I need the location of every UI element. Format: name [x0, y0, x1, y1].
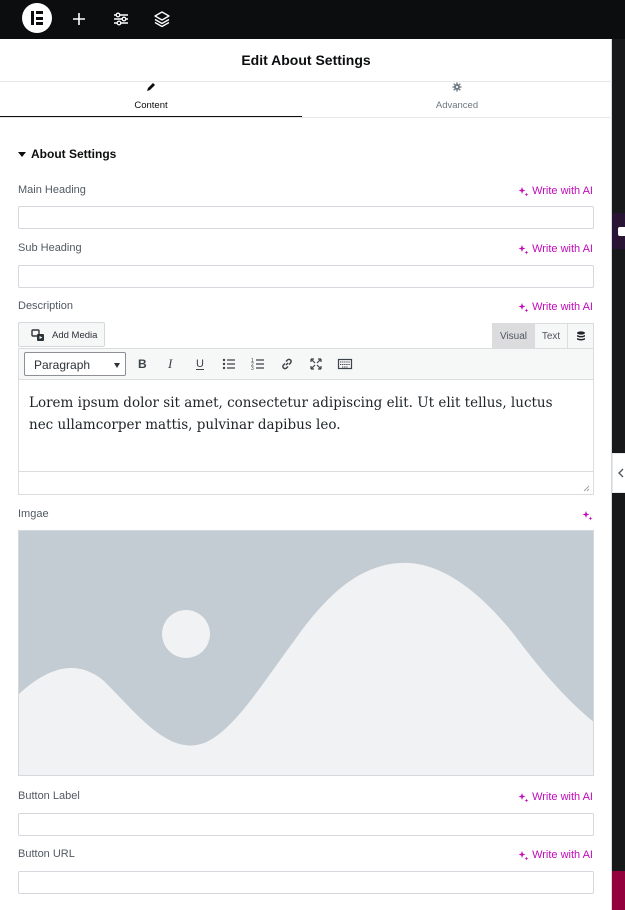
panel-title: Edit About Settings [241, 52, 371, 68]
button-label-label: Button Label [18, 790, 80, 802]
layers-icon[interactable] [152, 9, 172, 29]
numbered-list-button[interactable]: 1 2 3 [249, 355, 267, 373]
toolbar-toggle-button[interactable] [567, 323, 594, 349]
keyboard-icon [337, 358, 353, 370]
tab-visual[interactable]: Visual [492, 323, 535, 349]
svg-text:3: 3 [251, 366, 254, 372]
button-url-label: Button URL [18, 848, 75, 860]
ai-label: Write with AI [532, 185, 593, 197]
tab-content-label: Content [134, 100, 168, 111]
ai-sparkle-icon [518, 850, 529, 860]
svg-text:U: U [196, 358, 204, 370]
chevron-left-icon [618, 468, 624, 478]
svg-text:B: B [138, 357, 147, 371]
ai-sparkle-icon [518, 302, 529, 312]
editor-topbar [0, 0, 625, 39]
panel-header: Edit About Settings [0, 39, 612, 82]
main-heading-label: Main Heading [18, 184, 86, 196]
svg-text:I: I [167, 356, 173, 371]
tab-advanced-label: Advanced [435, 100, 479, 111]
wysiwyg-editor: Paragraph B I U 1 2 3 Lorem ipsum dolor … [18, 348, 594, 495]
fullscreen-icon [310, 358, 322, 370]
link-button[interactable] [278, 355, 296, 373]
underline-icon: U [196, 358, 204, 370]
image-placeholder-icon [19, 531, 593, 775]
tab-advanced[interactable]: Advanced [302, 82, 612, 118]
sub-heading-ai-button[interactable]: Write with AI [518, 243, 593, 255]
resize-grip-icon[interactable] [582, 484, 590, 492]
elementor-logo-icon[interactable] [22, 3, 52, 33]
italic-button[interactable]: I [162, 355, 180, 373]
section-title[interactable]: About Settings [31, 147, 116, 161]
ai-label: Write with AI [532, 849, 593, 861]
main-heading-ai-button[interactable]: Write with AI [518, 185, 593, 197]
button-url-ai-button[interactable]: Write with AI [518, 849, 593, 861]
ai-label: Write with AI [532, 791, 593, 803]
ai-sparkle-icon [518, 792, 529, 802]
button-url-input[interactable] [18, 871, 594, 894]
caret-down-icon[interactable] [18, 152, 26, 157]
numbered-list-icon: 1 2 3 [251, 358, 264, 372]
sub-heading-input[interactable] [18, 265, 594, 288]
sliders-icon[interactable] [111, 9, 131, 29]
pencil-icon [147, 83, 155, 91]
plus-icon[interactable] [69, 9, 89, 29]
tab-text[interactable]: Text [534, 323, 568, 349]
button-label-ai-button[interactable]: Write with AI [518, 791, 593, 803]
chevron-down-icon [114, 363, 120, 368]
toolbar-toggle-kitchen-sink-button[interactable] [336, 355, 354, 373]
add-media-label: Add Media [52, 330, 98, 341]
link-icon [282, 358, 292, 370]
bold-button[interactable]: B [133, 355, 151, 373]
editor-toolbar: Paragraph B I U 1 2 3 [19, 349, 593, 380]
format-select-value: Paragraph [34, 358, 91, 372]
panel-tabs: Content Advanced [0, 82, 612, 118]
description-label: Description [18, 300, 74, 312]
ai-label: Write with AI [532, 301, 593, 313]
tab-content[interactable]: Content [0, 82, 302, 118]
image-placeholder[interactable] [18, 530, 594, 776]
format-select[interactable]: Paragraph [24, 352, 126, 376]
underline-button[interactable]: U [191, 355, 209, 373]
add-media-button[interactable]: Add Media [18, 322, 105, 347]
gear-icon [452, 82, 462, 92]
sub-heading-label: Sub Heading [18, 242, 82, 254]
description-ai-button[interactable]: Write with AI [518, 301, 593, 313]
media-icon [31, 329, 44, 341]
collapse-panel-button[interactable] [612, 453, 625, 493]
tabs-divider [0, 117, 612, 118]
ai-sparkle-icon[interactable] [582, 510, 593, 521]
database-icon [577, 331, 585, 341]
button-label-input[interactable] [18, 813, 594, 836]
editor-mode-tabs: Visual Text [492, 323, 594, 349]
editor-statusbar [19, 471, 593, 494]
fullscreen-button[interactable] [307, 355, 325, 373]
ai-label: Write with AI [532, 243, 593, 255]
editor-content[interactable]: Lorem ipsum dolor sit amet, consectetur … [29, 392, 569, 436]
bullet-list-button[interactable] [220, 355, 238, 373]
main-heading-input[interactable] [18, 206, 594, 229]
image-label: Imgae [18, 508, 49, 520]
bold-icon: B [138, 357, 147, 371]
editor-panel: Edit About Settings Content Advanced Abo… [0, 39, 612, 910]
ai-sparkle-icon [518, 244, 529, 254]
preview-canvas-edge [612, 39, 625, 910]
italic-icon: I [167, 356, 173, 371]
bullet-list-icon [222, 358, 235, 370]
ai-sparkle-icon [518, 186, 529, 196]
